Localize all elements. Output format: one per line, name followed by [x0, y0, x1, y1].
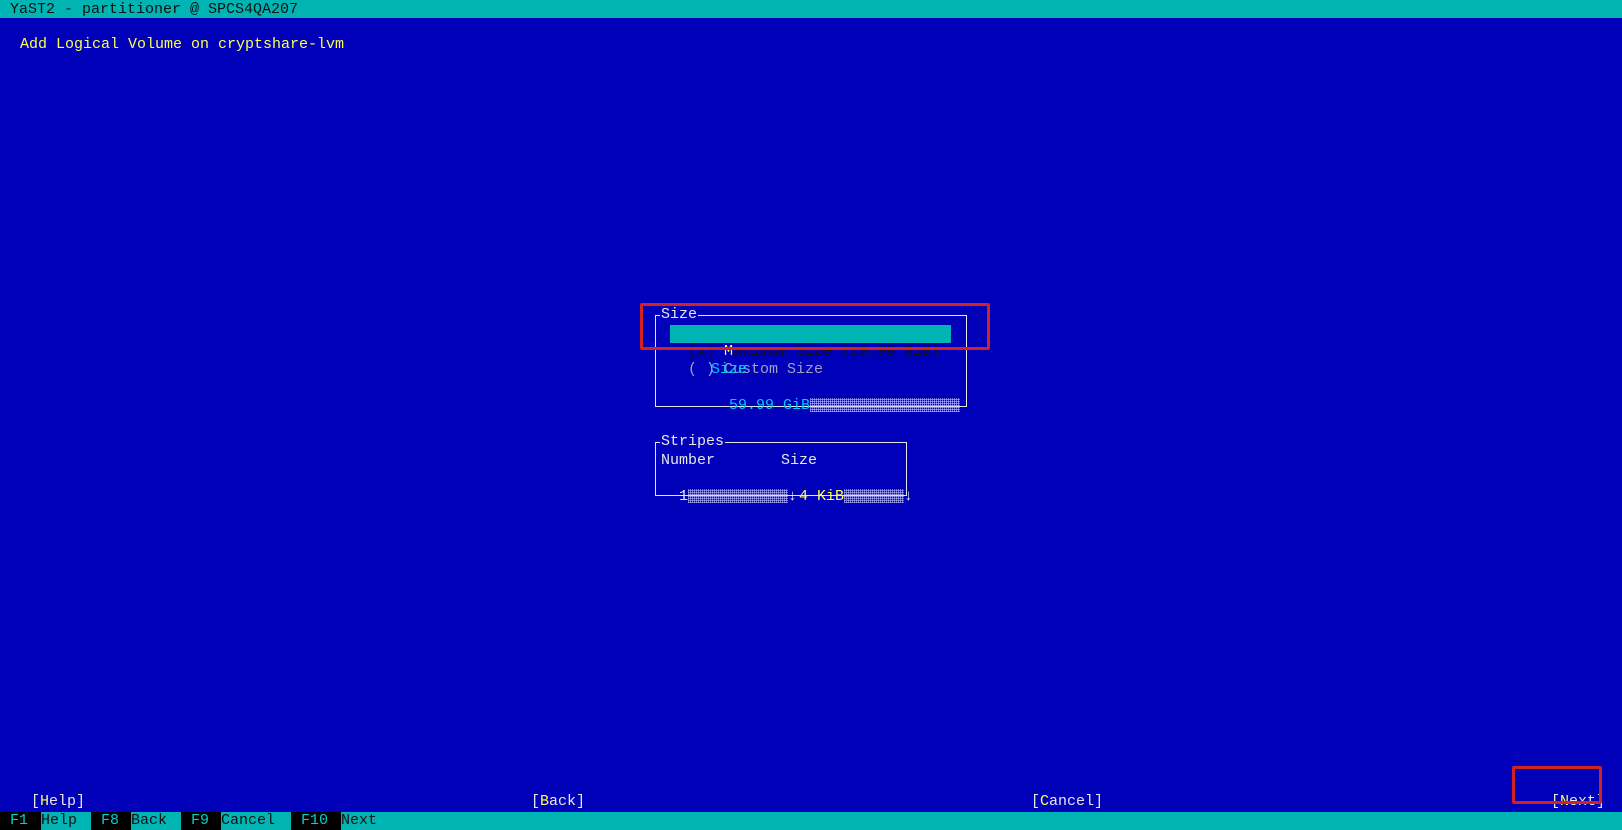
stripes-number-label: Number [661, 452, 716, 469]
fkey-f8-key[interactable]: F8 [91, 812, 131, 830]
stripes-size-fill [844, 489, 905, 504]
cancel-button[interactable]: [Cancel] [1013, 775, 1103, 811]
cancel-button-hotkey: C [1040, 793, 1050, 810]
stripes-number-fill [688, 489, 789, 504]
stripes-number-value: 1 [679, 488, 689, 505]
page-title: Add Logical Volume on cryptshare-lvm [20, 36, 345, 53]
back-button[interactable]: [Back] [513, 775, 585, 811]
cancel-button-label: ancel] [1049, 793, 1104, 810]
fkey-f10-label[interactable]: Next [341, 812, 377, 830]
back-button-label: ack] [549, 793, 586, 810]
fkey-f9-label[interactable]: Cancel [221, 812, 275, 830]
window-titlebar: YaST2 - partitioner @ SPCS4QA207 [0, 0, 1622, 18]
fkey-f1-key[interactable]: F1 [0, 812, 41, 830]
next-button[interactable]: [Next] [1533, 775, 1605, 811]
custom-size-value: 59.99 GiB [729, 397, 811, 414]
back-button-hotkey: B [540, 793, 550, 810]
function-key-bar: F1 Help F8 Back F9 Cancel F10 Next [0, 812, 1622, 830]
back-button-open: [ [531, 793, 541, 810]
next-button-hotkey: N [1560, 793, 1570, 810]
fkey-f9-key[interactable]: F9 [181, 812, 221, 830]
size-frame-label: Size [660, 306, 699, 323]
window-title: YaST2 - partitioner @ SPCS4QA207 [10, 1, 299, 18]
chevron-down-icon: ↓ [904, 488, 914, 505]
next-button-open: [ [1551, 793, 1561, 810]
help-button[interactable]: [Help] [13, 775, 85, 811]
stripes-size-value: 4 KiB [799, 488, 845, 505]
help-button-hotkey: H [40, 793, 50, 810]
cancel-button-open: [ [1031, 793, 1041, 810]
stripes-frame-label: Stripes [660, 433, 726, 450]
stripes-size-combo[interactable]: 4 KiB ↓ [781, 470, 913, 506]
custom-size-input[interactable]: 59.99 GiB [711, 379, 961, 415]
next-button-label: ext] [1569, 793, 1606, 810]
fkey-f1-label[interactable]: Help [41, 812, 77, 830]
stripes-size-label: Size [781, 452, 818, 469]
custom-size-fill [810, 398, 961, 413]
fkey-f8-label[interactable]: Back [131, 812, 167, 830]
help-button-label: elp] [49, 793, 86, 810]
fkey-f10-key[interactable]: F10 [291, 812, 341, 830]
custom-size-label: Size [711, 361, 748, 378]
radio-maximum-size[interactable]: (x) Maximum Size (59.99 GiB) [670, 325, 951, 360]
help-button-open: [ [31, 793, 41, 810]
stripes-number-combo[interactable]: 1 ↓ [661, 470, 797, 506]
